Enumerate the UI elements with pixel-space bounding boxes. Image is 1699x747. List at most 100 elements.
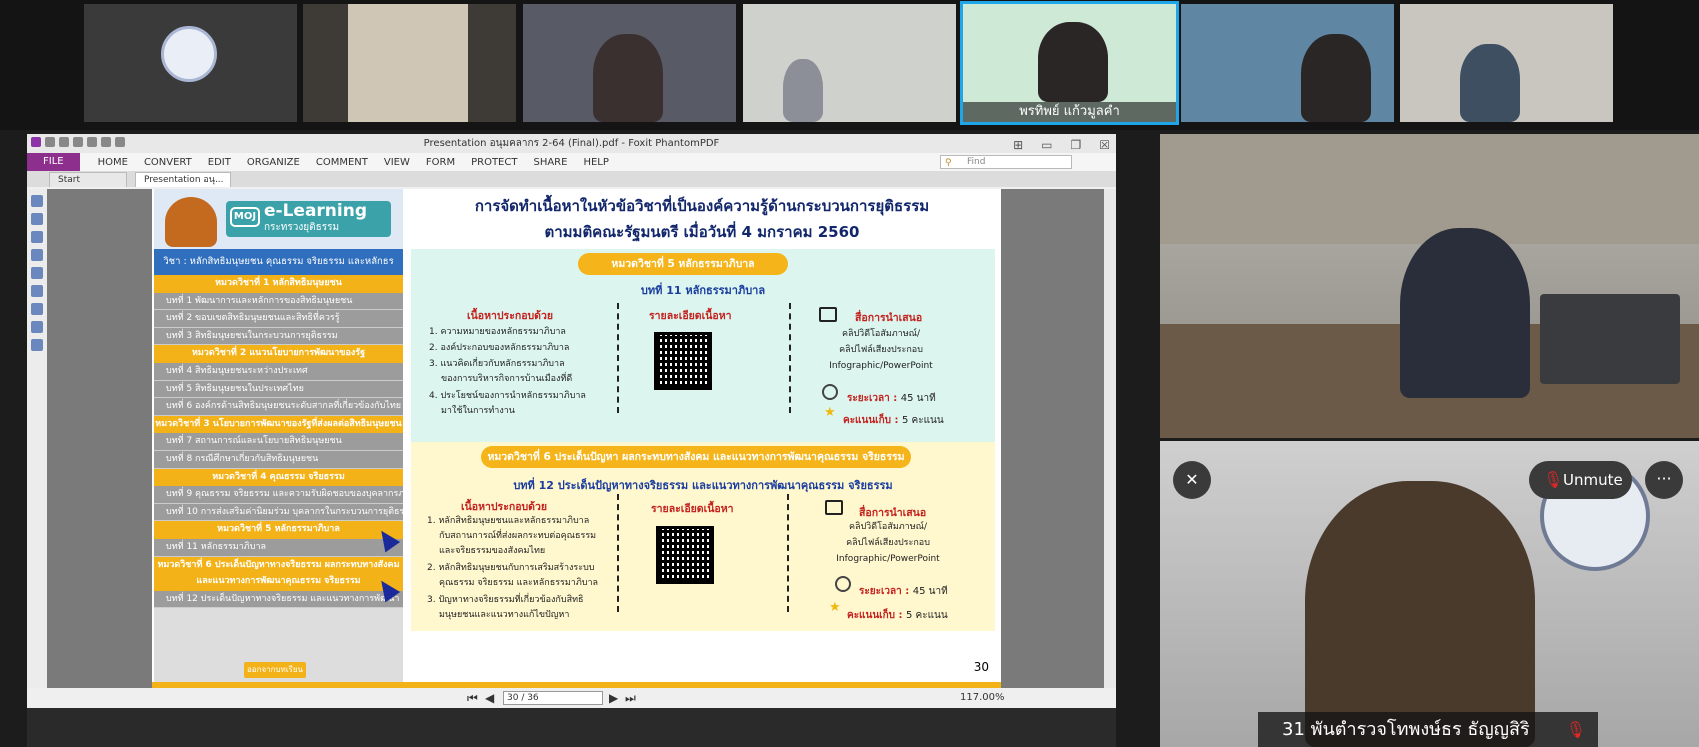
more-options-button[interactable]: ··· bbox=[1645, 461, 1683, 499]
participant-tile-active[interactable]: พรทิพย์ แก้วมูลคำ bbox=[960, 1, 1179, 125]
divider bbox=[617, 303, 619, 413]
star-icon: ★ bbox=[829, 600, 841, 615]
tab-label: Presentation อนุ... bbox=[144, 175, 224, 185]
toc-unit[interactable]: หมวดวิชาที่ 5 หลักธรรมาภิบาล bbox=[154, 521, 403, 539]
next-page-icon[interactable]: ▶ bbox=[609, 691, 618, 705]
score-value: 5 คะแนน bbox=[905, 610, 948, 621]
toc-unit[interactable]: หมวดวิชาที่ 4 คุณธรรม จริยธรรม bbox=[154, 468, 403, 487]
zoom-level[interactable]: 117.00% bbox=[960, 692, 1005, 703]
unit5-media: Infographic/PowerPoint bbox=[829, 361, 933, 371]
muted-mic-icon: 🎙 bbox=[1565, 720, 1586, 739]
unpin-icon[interactable]: ✕ bbox=[1173, 461, 1211, 499]
last-page-icon[interactable]: ⏭ bbox=[625, 691, 636, 706]
unit5-media-head: สื่อการนำเสนอ bbox=[855, 312, 923, 324]
toc-unit[interactable]: หมวดวิชาที่ 6 ประเด็นปัญหาทางจริยธรรม ผล… bbox=[154, 556, 403, 591]
toc-lesson[interactable]: บทที่ 3 สิทธิมนุษยชนในกระบวนการยุติธรรม bbox=[154, 327, 403, 346]
page-number-input[interactable]: 30 / 36 bbox=[503, 691, 603, 705]
toc-lesson[interactable]: บทที่ 7 สถานการณ์และนโยบายสิทธิมนุษยชน bbox=[154, 433, 403, 451]
taskbar-area bbox=[27, 708, 1116, 747]
bookmark-icon[interactable] bbox=[31, 195, 43, 207]
toc-unit[interactable]: หมวดวิชาที่ 1 หลักสิทธิมนุษยชน bbox=[154, 275, 403, 293]
first-page-icon[interactable]: ⏮ bbox=[467, 691, 478, 706]
layers-icon[interactable] bbox=[31, 231, 43, 243]
participant-video bbox=[783, 59, 823, 122]
wall-background bbox=[1160, 134, 1699, 244]
laptop bbox=[1540, 294, 1680, 384]
duration-label: ระยะเวลา : bbox=[859, 586, 910, 597]
toc-lesson[interactable]: บทที่ 10 การส่งเสริมค่านิยมร่วม บุคลากรใ… bbox=[154, 503, 403, 522]
comments-icon[interactable] bbox=[31, 249, 43, 261]
toc-lesson[interactable]: บทที่ 9 คุณธรรม จริยธรรม และความรับผิดชอ… bbox=[154, 486, 403, 504]
divider bbox=[617, 494, 619, 612]
toc-lesson[interactable]: บทที่ 8 กรณีศึกษาเกี่ยวกับสิทธิมนุษยชน bbox=[154, 450, 403, 469]
participant-tile[interactable] bbox=[1400, 4, 1613, 122]
slide-page: MOJ e-Learning กระทรวงยุติธรรม วิชา : หล… bbox=[152, 189, 1001, 682]
tools-icon[interactable] bbox=[31, 339, 43, 351]
menu-convert[interactable]: CONVERT bbox=[136, 157, 200, 168]
menu-protect[interactable]: PROTECT bbox=[463, 157, 525, 168]
menu-help[interactable]: HELP bbox=[575, 157, 616, 168]
toc-unit[interactable]: หมวดวิชาที่ 3 นโยบายการพัฒนาของรัฐที่ส่ง… bbox=[154, 415, 403, 434]
unit6-content-head: เนื้อหาประกอบด้วย bbox=[461, 501, 548, 513]
unit6-item: คุณธรรม จริยธรรม และหลักธรรมาภิบาล bbox=[439, 578, 599, 588]
security-icon[interactable] bbox=[31, 285, 43, 297]
attachments-icon[interactable] bbox=[31, 267, 43, 279]
slide-title-line1: การจัดทำเนื้อหาในหัวข้อวิชาที่เป็นองค์คว… bbox=[474, 197, 930, 215]
qr-code-icon bbox=[656, 526, 714, 584]
menu-home[interactable]: HOME bbox=[90, 157, 136, 168]
toc-lesson[interactable]: บทที่ 11 หลักธรรมาภิบาล bbox=[154, 538, 403, 557]
menu-share[interactable]: SHARE bbox=[525, 157, 575, 168]
toc-unit[interactable]: หมวดวิชาที่ 2 แนวนโยบายการพัฒนาของรัฐ bbox=[154, 345, 403, 363]
toc-lesson[interactable]: บทที่ 5 สิทธิมนุษยชนในประเทศไทย bbox=[154, 380, 403, 399]
moj-emblem-icon bbox=[165, 197, 217, 247]
menu-edit[interactable]: EDIT bbox=[200, 157, 239, 168]
participant-video bbox=[1400, 228, 1530, 398]
toc-lesson[interactable]: บทที่ 12 ประเด็นปัญหาทางจริยธรรม และแนวท… bbox=[154, 590, 403, 609]
quick-access-toolbar[interactable] bbox=[31, 137, 125, 147]
prev-page-icon[interactable]: ◀ bbox=[485, 691, 494, 705]
document-tabs: Start Presentation อนุ... × bbox=[27, 171, 1116, 199]
participant-tile[interactable] bbox=[1181, 4, 1394, 122]
unit5-item: ของการบริหารกิจการบ้านเมืองที่ดี bbox=[441, 374, 573, 384]
participant-tile[interactable] bbox=[303, 4, 516, 122]
unit6-media: คลิปไฟล์เสียงประกอบ bbox=[846, 538, 930, 548]
tab-presentation[interactable]: Presentation อนุ... × bbox=[135, 172, 231, 199]
menu-view[interactable]: VIEW bbox=[376, 157, 418, 168]
unit5-panel: หมวดวิชาที่ 5 หลักธรรมาภิบาล บทที่ 11 หล… bbox=[411, 249, 995, 442]
toc-lesson[interactable]: บทที่ 2 ขอบเขตสิทธิมนุษยชนและสิทธิที่ควร… bbox=[154, 310, 403, 328]
menu-comment[interactable]: COMMENT bbox=[308, 157, 376, 168]
unit5-item: 1. ความหมายของหลักธรรมาภิบาล bbox=[429, 327, 566, 337]
participant-tile[interactable] bbox=[743, 4, 956, 122]
participant-tile[interactable] bbox=[523, 4, 736, 122]
pdf-window: Presentation อนุมคลากร 2-64 (Final).pdf … bbox=[27, 134, 1116, 747]
window-title: Presentation อนุมคลากร 2-64 (Final).pdf … bbox=[423, 138, 720, 149]
form-icon[interactable] bbox=[31, 321, 43, 333]
unit6-media-head: สื่อการนำเสนอ bbox=[859, 507, 927, 519]
participant-name: พรทิพย์ แก้วมูลคำ bbox=[963, 102, 1176, 122]
participant-strip: พรทิพย์ แก้วมูลคำ bbox=[0, 0, 1699, 130]
toc-lesson[interactable]: บทที่ 6 องค์กรด้านสิทธิมนุษยชนระดับสากลท… bbox=[154, 398, 403, 416]
document-workspace[interactable]: MOJ e-Learning กระทรวงยุติธรรม วิชา : หล… bbox=[27, 189, 1116, 689]
tab-label: Start bbox=[58, 175, 80, 185]
pages-icon[interactable] bbox=[31, 213, 43, 225]
menu-form[interactable]: FORM bbox=[418, 157, 463, 168]
duration-value: 45 นาที bbox=[912, 586, 948, 597]
unit6-media: คลิปวิดีโอสัมภาษณ์/ bbox=[848, 522, 928, 532]
unit6-detail-head: รายละเอียดเนื้อหา bbox=[651, 503, 734, 515]
participant-tile[interactable] bbox=[84, 4, 297, 122]
unmute-button[interactable]: 🎙 Unmute bbox=[1529, 461, 1632, 499]
signature-icon[interactable] bbox=[31, 303, 43, 315]
vertical-scrollbar[interactable] bbox=[1104, 189, 1116, 689]
participant-video bbox=[1460, 44, 1520, 122]
menu-organize[interactable]: ORGANIZE bbox=[239, 157, 308, 168]
unit5-detail-head: รายละเอียดเนื้อหา bbox=[649, 310, 732, 322]
unit5-item: 3. แนวคิดเกี่ยวกับหลักธรรมาภิบาล bbox=[429, 359, 565, 369]
status-bar: ⏮ ◀ 30 / 36 ▶ ⏭ 117.00% bbox=[27, 688, 1116, 708]
exit-lesson-button[interactable]: ออกจากบทเรียน bbox=[244, 662, 306, 678]
file-menu[interactable]: FILE bbox=[27, 153, 80, 171]
toc-lesson[interactable]: บทที่ 4 สิทธิมนุษยชนระหว่างประเทศ bbox=[154, 362, 403, 381]
tab-start[interactable]: Start bbox=[49, 172, 127, 187]
find-input[interactable]: ⚲ Find bbox=[940, 155, 1072, 169]
toc-lesson[interactable]: บทที่ 1 พัฒนาการและหลักการของสิทธิมนุษยช… bbox=[154, 292, 403, 311]
video-tile-chairman[interactable] bbox=[1160, 134, 1699, 438]
